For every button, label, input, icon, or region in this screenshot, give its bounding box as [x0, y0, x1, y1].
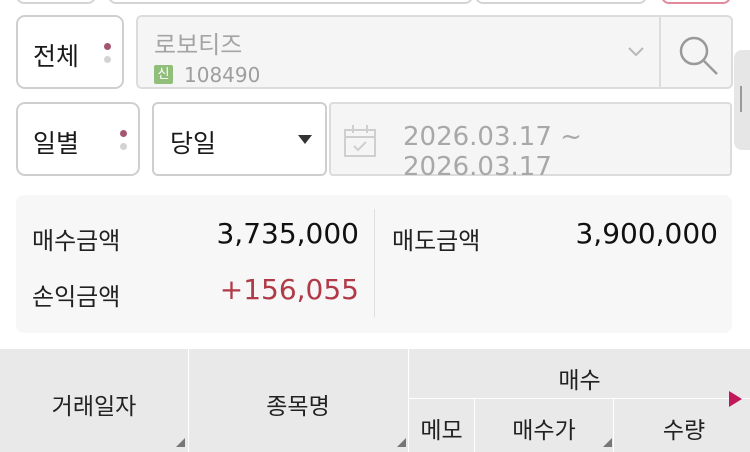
pnl-label: 손익금액 [32, 283, 121, 311]
play-right-icon[interactable] [729, 391, 742, 407]
stock-code: 108490 [184, 63, 261, 87]
resize-corner-icon [176, 438, 185, 447]
col-memo[interactable]: 메모 [409, 411, 474, 445]
resize-corner-icon [603, 438, 612, 447]
date-range-text: 2026.03.17 ~ 2026.03.17 [403, 122, 582, 182]
pnl-value: +156,055 [219, 273, 359, 306]
handle-grip [740, 86, 742, 112]
summary-panel: 매수금액 3,735,000 손익금액 +156,055 매도금액 3,900,… [16, 195, 732, 333]
stock-search-field[interactable]: 로보티즈 신 108490 [136, 15, 733, 89]
summary-divider [374, 209, 375, 317]
date-range-field[interactable]: 2026.03.17 ~ 2026.03.17 [329, 102, 732, 182]
new-listing-badge: 신 [154, 65, 173, 84]
period-label: 일별 [33, 129, 80, 158]
group-divider [409, 398, 750, 399]
sell-amount-label: 매도금액 [392, 227, 481, 255]
caret-down-icon[interactable] [298, 135, 312, 144]
period-dots-indicator [120, 130, 127, 156]
col-stock-name[interactable]: 종목명 [189, 387, 407, 421]
top-cutoff-action[interactable] [661, 0, 731, 4]
col-group-buy: 매수 [558, 368, 601, 394]
range-label: 당일 [170, 129, 217, 158]
col-quantity[interactable]: 수량 [614, 411, 750, 445]
chevron-down-icon[interactable] [628, 47, 644, 57]
sell-amount-value: 3,900,000 [575, 217, 718, 250]
buy-amount-label: 매수금액 [32, 227, 121, 255]
buy-amount-value: 3,735,000 [216, 217, 359, 250]
scope-label: 전체 [33, 42, 80, 71]
calendar-icon[interactable] [343, 124, 377, 158]
resize-corner-icon [397, 438, 406, 447]
scope-selector[interactable]: 전체 [16, 15, 124, 89]
search-icon[interactable] [676, 33, 720, 77]
range-dropdown[interactable]: 당일 [152, 102, 327, 176]
top-cutoff-field[interactable] [108, 0, 473, 4]
top-cutoff-row [0, 0, 750, 6]
col-trade-date[interactable]: 거래일자 [0, 387, 188, 421]
period-selector[interactable]: 일별 [16, 102, 140, 176]
search-divider [659, 17, 661, 87]
scope-dots-indicator [104, 43, 111, 69]
side-scroll-handle[interactable] [734, 50, 750, 150]
top-cutoff-field-2[interactable] [475, 0, 647, 4]
table-header: 거래일자 종목명 매수 메모 매수가 수량 [0, 349, 750, 452]
top-cutoff-button[interactable] [16, 0, 96, 4]
col-buy-price[interactable]: 매수가 [475, 411, 613, 445]
stock-name: 로보티즈 [154, 31, 243, 59]
